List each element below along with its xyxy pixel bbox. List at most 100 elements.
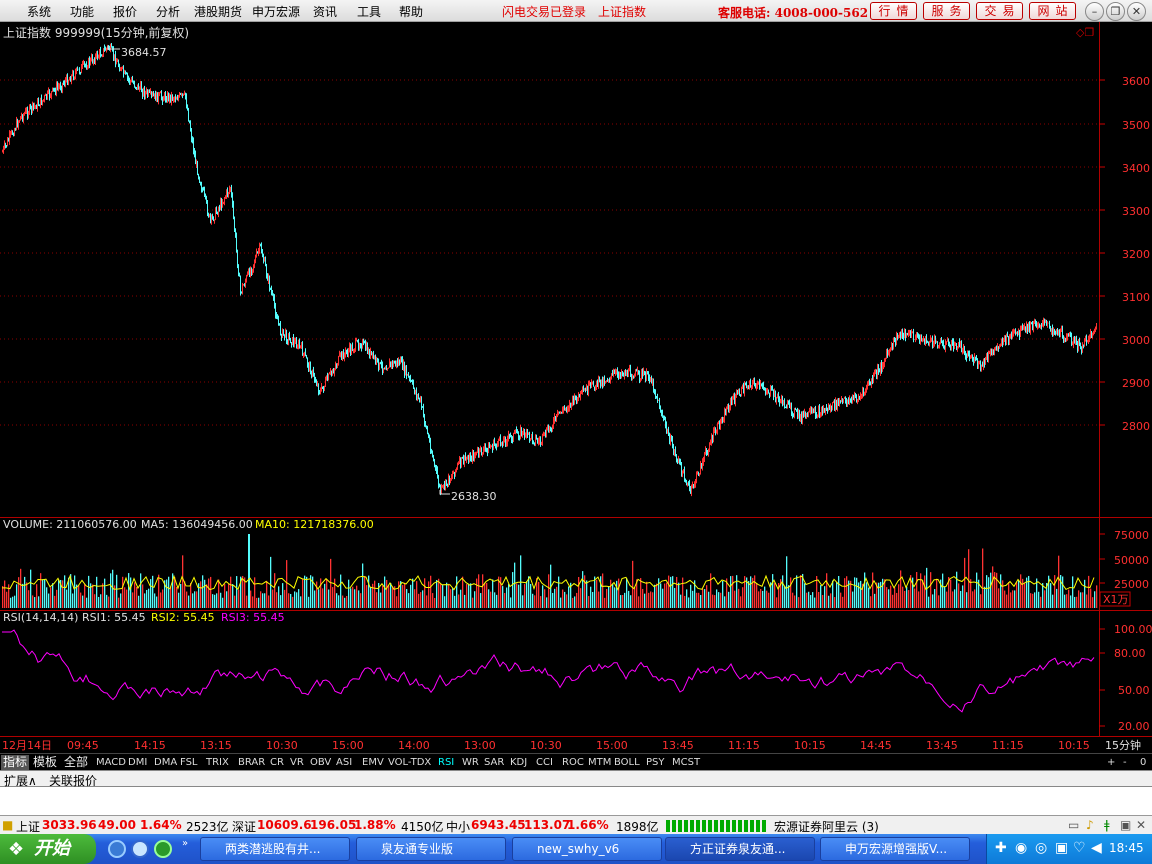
task-quantong-pro[interactable]: 泉友通专业版 — [356, 837, 506, 861]
tab-vol-tdx[interactable]: VOL-TDX — [386, 755, 433, 770]
period-label[interactable]: 15分钟 — [1105, 738, 1141, 752]
tab-wr[interactable]: WR — [460, 755, 481, 770]
ie-icon[interactable] — [108, 840, 126, 858]
market-button[interactable]: 行情 — [870, 2, 917, 20]
reset-button[interactable]: 0 — [1138, 755, 1148, 770]
tab-emv[interactable]: EMV — [360, 755, 386, 770]
window-icon[interactable]: ▭ — [1068, 818, 1079, 832]
lock-icon[interactable]: ▣ — [1120, 818, 1131, 832]
volume-bar — [992, 566, 994, 608]
tab-template[interactable]: 模板 — [31, 755, 59, 770]
volume-bar — [812, 592, 814, 608]
task-folder[interactable]: new_swhy_v6 — [512, 837, 662, 861]
tab-roc[interactable]: ROC — [560, 755, 586, 770]
menu-help[interactable]: 帮助 — [399, 3, 423, 20]
volume-bar — [1078, 590, 1080, 608]
tab-mtm[interactable]: MTM — [586, 755, 613, 770]
tab-indicator[interactable]: 指标 — [1, 755, 30, 770]
menu-system[interactable]: 系统 — [27, 3, 51, 20]
minimize-icon[interactable]: – — [1085, 2, 1104, 21]
tab-asi[interactable]: ASI — [334, 755, 354, 770]
volume-bar — [874, 593, 876, 608]
task-founder[interactable]: 方正证券泉友通... — [665, 837, 815, 861]
service-phone: 客服电话: 4008-000-562 — [718, 6, 869, 20]
volume-bar — [626, 578, 628, 608]
tab-dmi[interactable]: DMI — [126, 755, 149, 770]
flash-trade-status[interactable]: 闪电交易已登录 — [502, 3, 586, 20]
more-chevron-icon[interactable]: » — [182, 838, 188, 849]
task-swhy[interactable]: 申万宏源增强版V... — [820, 837, 970, 861]
menu-tools[interactable]: 工具 — [357, 3, 381, 20]
volume-bar — [242, 575, 244, 608]
chart-canvas[interactable]: 上证指数 999999(15分钟,前复权) ◇❐ 3684.57 2638.30… — [0, 22, 1152, 754]
tab-boll[interactable]: BOLL — [612, 755, 642, 770]
tab-macd[interactable]: MACD — [94, 755, 128, 770]
volume-bar — [180, 584, 182, 608]
volume-bar — [162, 589, 164, 608]
tab-dma[interactable]: DMA — [152, 755, 179, 770]
volume-bar — [1092, 597, 1094, 608]
tray-app-icon[interactable]: ✚ — [995, 840, 1007, 856]
tab-psy[interactable]: PSY — [644, 755, 667, 770]
tab-fsl[interactable]: FSL — [178, 755, 200, 770]
volume-ma10-label: MA10: 121718376.00 — [255, 518, 374, 531]
zoom-in-button[interactable]: + — [1105, 755, 1117, 770]
menu-info[interactable]: 资讯 — [313, 3, 337, 20]
tab-trix[interactable]: TRIX — [204, 755, 231, 770]
chart-expand-icon[interactable]: ◇❐ — [1076, 26, 1094, 39]
tab-kdj[interactable]: KDJ — [508, 755, 529, 770]
volume-bar — [654, 584, 656, 608]
volume-bar — [650, 591, 652, 608]
browser-icon[interactable] — [131, 840, 149, 858]
tab-mcst[interactable]: MCST — [670, 755, 702, 770]
tab-brar[interactable]: BRAR — [236, 755, 267, 770]
refresh-icon[interactable] — [154, 840, 172, 858]
website-button[interactable]: 网站 — [1029, 2, 1076, 20]
current-index-label[interactable]: 上证指数 — [598, 3, 646, 20]
tab-rsi[interactable]: RSI — [436, 755, 456, 770]
menu-analysis[interactable]: 分析 — [156, 3, 180, 20]
volume-bar — [696, 592, 698, 608]
tray-volume-icon[interactable]: ◀ — [1091, 840, 1102, 856]
menu-hk-futures[interactable]: 港股期货 — [194, 3, 242, 20]
menu-function[interactable]: 功能 — [70, 3, 94, 20]
sz-label[interactable]: 深证 — [232, 818, 256, 835]
zx-change: 113.07 — [524, 818, 571, 832]
status-close-icon[interactable]: ✕ — [1136, 818, 1146, 832]
tab-obv[interactable]: OBV — [308, 755, 333, 770]
tab-cci[interactable]: CCI — [534, 755, 555, 770]
clock[interactable]: 18:45 — [1109, 841, 1144, 855]
tab-all[interactable]: 全部 — [62, 755, 90, 770]
trade-button[interactable]: 交易 — [976, 2, 1023, 20]
close-icon[interactable]: ✕ — [1127, 2, 1146, 21]
volume-bar — [870, 596, 872, 608]
tray-heart-icon[interactable]: ♡ — [1073, 840, 1086, 856]
tab-sar[interactable]: SAR — [482, 755, 506, 770]
volume-bar — [610, 579, 612, 608]
volume-bar — [514, 562, 516, 608]
kline-chart-area[interactable]: 上证指数 999999(15分钟,前复权) ◇❐ 3684.57 2638.30… — [0, 22, 1152, 754]
tray-circle-icon[interactable]: ◎ — [1035, 840, 1047, 856]
tray-shield-icon[interactable]: ◉ — [1015, 840, 1027, 856]
restore-icon[interactable]: ❐ — [1106, 2, 1125, 21]
signal-icon[interactable]: ǂ — [1104, 818, 1110, 832]
server-status[interactable]: 宏源证券阿里云 (3) — [774, 818, 879, 835]
tab-vr[interactable]: VR — [288, 755, 306, 770]
zx-label[interactable]: 中小 — [446, 818, 470, 835]
tray-network-icon[interactable]: ▣ — [1055, 840, 1068, 856]
volume-bar — [970, 579, 972, 608]
task-stock-news[interactable]: 两类潜逃股有井... — [200, 837, 350, 861]
time-label: 13:00 — [464, 739, 496, 752]
service-button[interactable]: 服务 — [923, 2, 970, 20]
volume-bar — [414, 589, 416, 608]
tab-cr[interactable]: CR — [268, 755, 286, 770]
menu-swhy[interactable]: 申万宏源 — [252, 3, 300, 20]
start-button[interactable]: ❖ 开始 — [0, 834, 96, 864]
zoom-out-button[interactable]: - — [1121, 755, 1129, 770]
menu-quote[interactable]: 报价 — [113, 3, 137, 20]
sh-label[interactable]: 上证 — [16, 818, 40, 835]
bell-icon[interactable]: ♪ — [1086, 818, 1094, 832]
volume-bar — [612, 583, 614, 608]
status-sh-icon: ■ — [2, 818, 14, 832]
volume-bar — [352, 586, 354, 608]
